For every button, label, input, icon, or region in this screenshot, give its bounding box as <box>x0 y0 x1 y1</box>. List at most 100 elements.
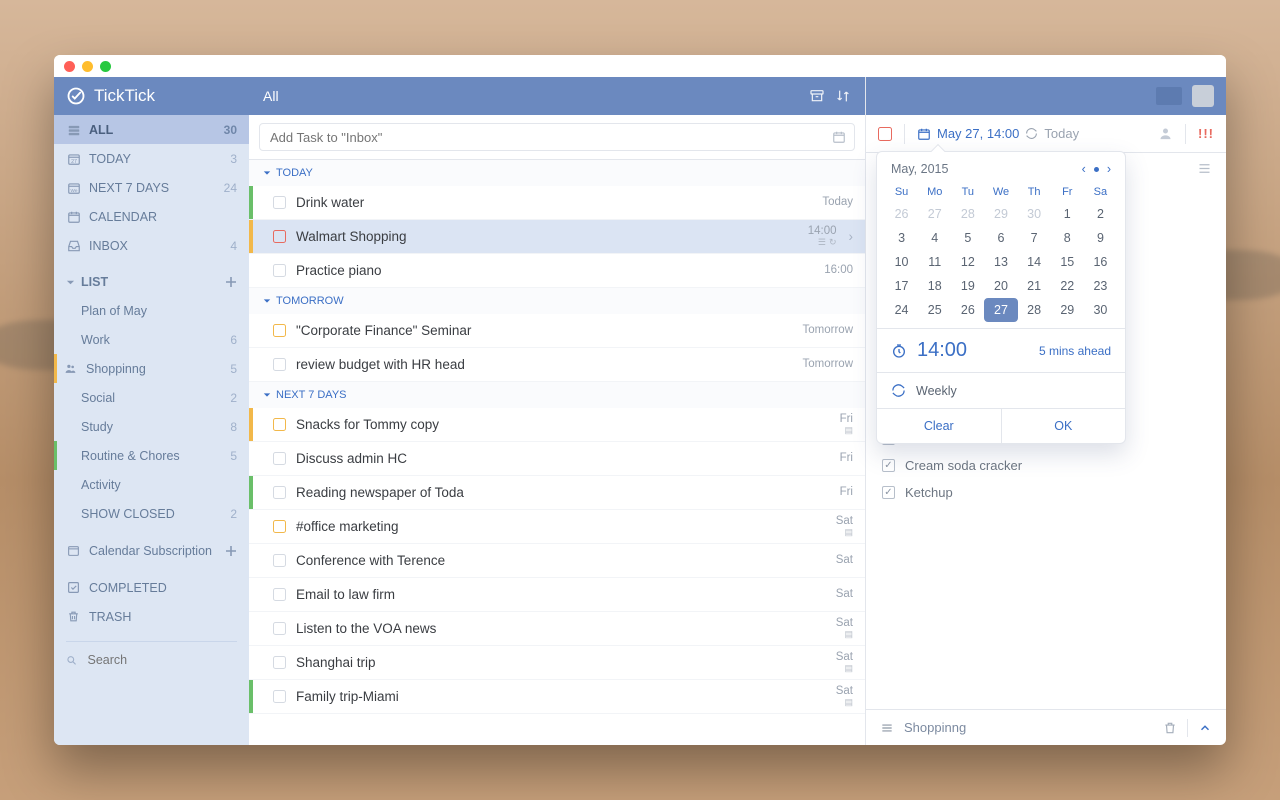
task-group-header[interactable]: TOMORROW <box>249 288 865 314</box>
add-calendar-icon[interactable] <box>225 545 237 557</box>
next-month-button[interactable]: › <box>1107 162 1111 176</box>
calendar-day[interactable]: 26 <box>951 298 984 322</box>
collapse-detail-icon[interactable] <box>1198 721 1212 735</box>
task-row[interactable]: Snacks for Tommy copy Fri▤ <box>249 408 865 442</box>
calendar-day[interactable]: 30 <box>1084 298 1117 322</box>
task-checkbox[interactable] <box>273 520 286 533</box>
trash[interactable]: TRASH <box>54 602 249 631</box>
add-task-input[interactable] <box>259 123 855 151</box>
task-row[interactable]: #office marketing Sat▤ <box>249 510 865 544</box>
task-row[interactable]: Listen to the VOA news Sat▤ <box>249 612 865 646</box>
calendar-day[interactable]: 12 <box>951 250 984 274</box>
add-list-icon[interactable] <box>225 276 237 288</box>
checklist-item[interactable]: ✓Cream soda cracker <box>882 452 1210 479</box>
task-row[interactable]: Drink water Today <box>249 186 865 220</box>
calendar-day[interactable]: 6 <box>984 226 1017 250</box>
calendar-day[interactable]: 23 <box>1084 274 1117 298</box>
task-row[interactable]: Discuss admin HC Fri <box>249 442 865 476</box>
calendar-day[interactable]: 2 <box>1084 202 1117 226</box>
checklist-checkbox[interactable]: ✓ <box>882 459 895 472</box>
traffic-light-close[interactable] <box>64 61 75 72</box>
task-group-header[interactable]: TODAY <box>249 160 865 186</box>
calendar-day[interactable]: 28 <box>1018 298 1051 322</box>
calendar-day[interactable]: 19 <box>951 274 984 298</box>
calendar-day[interactable]: 27 <box>984 298 1017 322</box>
prev-month-button[interactable]: ‹ <box>1082 162 1086 176</box>
task-checkbox[interactable] <box>273 622 286 635</box>
task-checkbox[interactable] <box>273 358 286 371</box>
task-checkbox[interactable] <box>273 588 286 601</box>
user-avatar[interactable] <box>1192 85 1214 107</box>
task-row[interactable]: "Corporate Finance" Seminar Tomorrow <box>249 314 865 348</box>
calendar-day[interactable]: 30 <box>1018 202 1051 226</box>
task-list-body[interactable]: TODAY Drink water Today Walmart Shopping… <box>249 160 865 745</box>
sidebar-smart-inbox[interactable]: INBOX 4 <box>54 231 249 260</box>
sidebar-list-item[interactable]: Activity <box>54 470 249 499</box>
show-closed[interactable]: SHOW CLOSED 2 <box>54 499 249 528</box>
today-dot[interactable] <box>1094 167 1099 172</box>
task-checkbox[interactable] <box>273 690 286 703</box>
traffic-light-zoom[interactable] <box>100 61 111 72</box>
priority-indicator[interactable]: !!! <box>1198 126 1214 141</box>
sidebar-smart-week[interactable]: We NEXT 7 DAYS 24 <box>54 173 249 202</box>
task-checkbox[interactable] <box>273 418 286 431</box>
task-checkbox[interactable] <box>273 452 286 465</box>
calendar-day[interactable]: 18 <box>918 274 951 298</box>
calendar-day[interactable]: 25 <box>918 298 951 322</box>
traffic-light-minimize[interactable] <box>82 61 93 72</box>
calendar-day[interactable]: 16 <box>1084 250 1117 274</box>
task-row[interactable]: Practice piano 16:00 <box>249 254 865 288</box>
task-row[interactable]: Conference with Terence Sat <box>249 544 865 578</box>
detail-list-name[interactable]: Shoppinng <box>904 720 966 735</box>
reminder-ahead[interactable]: 5 mins ahead <box>1039 344 1111 358</box>
completed[interactable]: COMPLETED <box>54 573 249 602</box>
ok-button[interactable]: OK <box>1002 409 1126 443</box>
search-row[interactable] <box>66 641 237 668</box>
task-complete-checkbox[interactable] <box>878 127 892 141</box>
calendar-day[interactable]: 4 <box>918 226 951 250</box>
time-value[interactable]: 14:00 <box>917 339 1029 362</box>
calendar-day[interactable]: 21 <box>1018 274 1051 298</box>
task-checkbox[interactable] <box>273 656 286 669</box>
sidebar-list-item[interactable]: Routine & Chores5 <box>54 441 249 470</box>
calendar-day[interactable]: 10 <box>885 250 918 274</box>
sidebar-list-item[interactable]: Shoppinng5 <box>54 354 249 383</box>
calendar-day[interactable]: 3 <box>885 226 918 250</box>
task-checkbox[interactable] <box>273 196 286 209</box>
checklist-checkbox[interactable]: ✓ <box>882 486 895 499</box>
task-row[interactable]: Shanghai trip Sat▤ <box>249 646 865 680</box>
calendar-day[interactable]: 15 <box>1051 250 1084 274</box>
calendar-day[interactable]: 22 <box>1051 274 1084 298</box>
sidebar-list-item[interactable]: Plan of May <box>54 296 249 325</box>
repeat-value[interactable]: Weekly <box>916 384 957 398</box>
calendar-day[interactable]: 5 <box>951 226 984 250</box>
calendar-day[interactable]: 13 <box>984 250 1017 274</box>
task-checkbox[interactable] <box>273 264 286 277</box>
calendar-day[interactable]: 27 <box>918 202 951 226</box>
calendar-day[interactable]: 26 <box>885 202 918 226</box>
calendar-day[interactable]: 7 <box>1018 226 1051 250</box>
calendar-day[interactable]: 1 <box>1051 202 1084 226</box>
sidebar-list-item[interactable]: Study8 <box>54 412 249 441</box>
archive-icon[interactable] <box>809 88 825 104</box>
task-row[interactable]: review budget with HR head Tomorrow <box>249 348 865 382</box>
calendar-day[interactable]: 8 <box>1051 226 1084 250</box>
calendar-day[interactable]: 17 <box>885 274 918 298</box>
task-row[interactable]: Reading newspaper of Toda Fri <box>249 476 865 510</box>
task-checkbox[interactable] <box>273 324 286 337</box>
task-row[interactable]: Email to law firm Sat <box>249 578 865 612</box>
task-checkbox[interactable] <box>273 230 286 243</box>
sort-icon[interactable] <box>835 88 851 104</box>
task-group-header[interactable]: NEXT 7 DAYS <box>249 382 865 408</box>
calendar-day[interactable]: 20 <box>984 274 1017 298</box>
sidebar-smart-all[interactable]: ALL 30 <box>54 115 249 144</box>
sidebar-list-item[interactable]: Work6 <box>54 325 249 354</box>
task-row[interactable]: Walmart Shopping 14:00☰↻› <box>249 220 865 254</box>
task-row[interactable]: Family trip-Miami Sat▤ <box>249 680 865 714</box>
task-checkbox[interactable] <box>273 486 286 499</box>
sidebar-list-item[interactable]: Social2 <box>54 383 249 412</box>
calendar-day[interactable]: 28 <box>951 202 984 226</box>
search-input[interactable] <box>85 652 237 668</box>
date-button[interactable]: May 27, 14:00 Today <box>917 126 1079 141</box>
task-checkbox[interactable] <box>273 554 286 567</box>
